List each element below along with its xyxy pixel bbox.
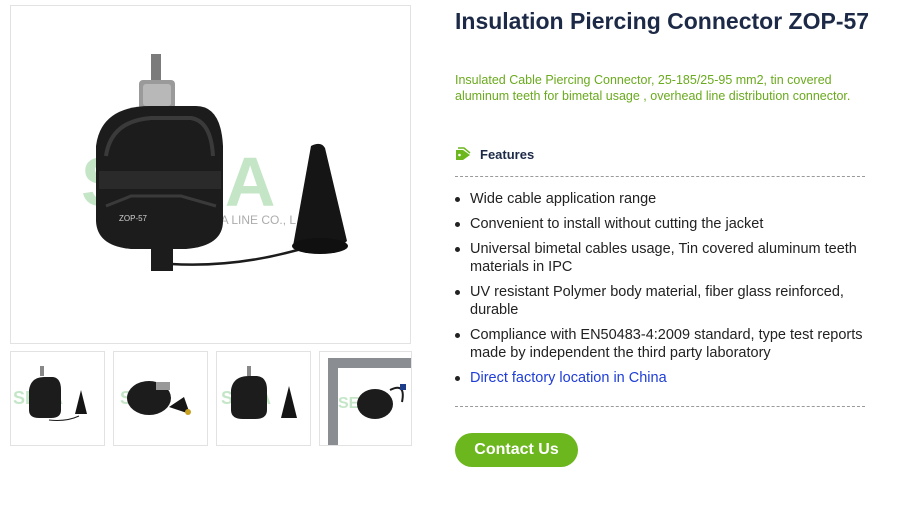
main-product-image[interactable]: SERA SERA LINE CO., L ZOP-57 xyxy=(10,5,411,344)
thumbnail-3[interactable]: SERA xyxy=(216,351,311,446)
feature-item: Compliance with EN50483-4:2009 standard,… xyxy=(455,326,865,362)
tag-icon xyxy=(456,147,471,160)
divider-bottom xyxy=(455,406,865,407)
divider-top xyxy=(455,176,865,177)
product-title: Insulation Piercing Connector ZOP-57 xyxy=(455,8,870,34)
thumbnail-4[interactable]: SERA xyxy=(319,351,412,446)
model-mark: ZOP-57 xyxy=(119,214,148,223)
feature-item: Universal bimetal cables usage, Tin cove… xyxy=(455,240,865,276)
product-subtitle: Insulated Cable Piercing Connector, 25-1… xyxy=(455,73,851,103)
features-list: Wide cable application range Convenient … xyxy=(455,190,865,394)
factory-location-link[interactable]: Direct factory location in China xyxy=(470,370,667,386)
features-heading-label: Features xyxy=(480,146,535,162)
feature-item: UV resistant Polymer body material, fibe… xyxy=(455,283,865,319)
thumbnail-1[interactable]: SERA xyxy=(10,351,105,446)
features-heading: Features xyxy=(455,144,534,164)
thumbnail-strip: SERA SERA SERA SERA xyxy=(10,351,412,446)
thumbnail-2[interactable]: SERA xyxy=(113,351,208,446)
feature-item-link: Direct factory location in China xyxy=(455,369,865,387)
feature-item: Convenient to install without cutting th… xyxy=(455,215,865,233)
contact-us-button[interactable]: Contact Us xyxy=(455,433,578,467)
feature-item: Wide cable application range xyxy=(455,190,865,208)
